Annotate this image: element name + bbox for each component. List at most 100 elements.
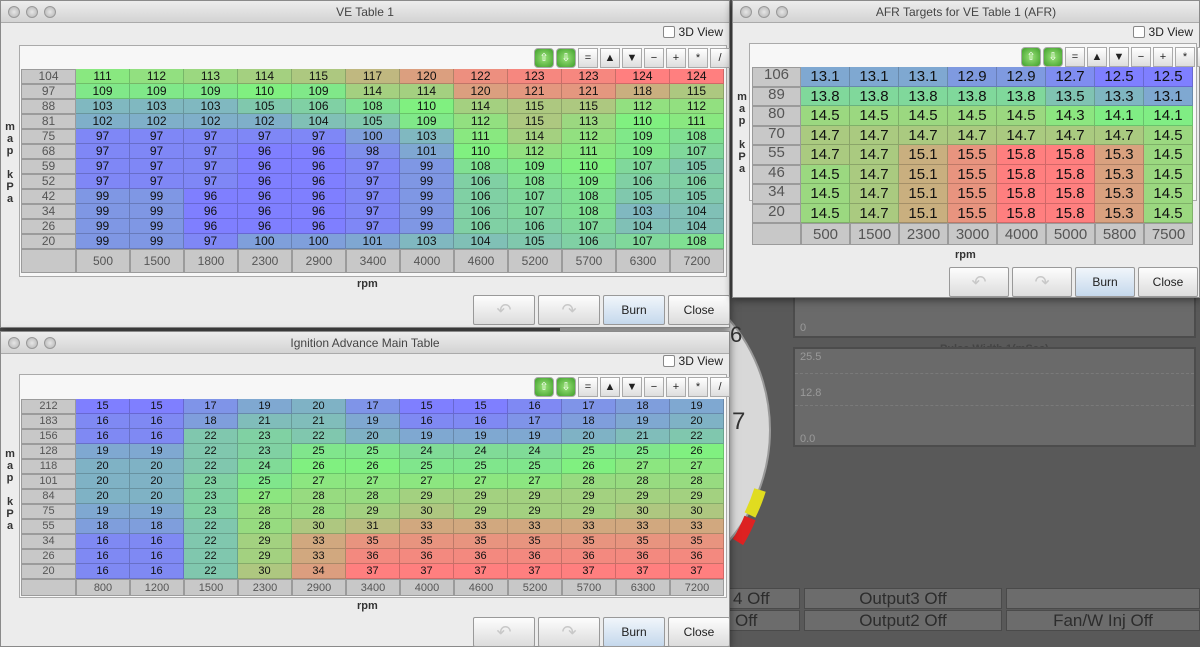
table-cell[interactable]: 19 <box>76 504 130 519</box>
table-cell[interactable]: 110 <box>562 159 616 174</box>
table-cell[interactable]: 109 <box>292 84 346 99</box>
x-axis-bin[interactable]: 2300 <box>899 223 948 245</box>
table-cell[interactable]: 99 <box>400 189 454 204</box>
x-axis-bin[interactable]: 800 <box>76 579 130 596</box>
table-cell[interactable]: 15.8 <box>1046 145 1095 165</box>
y-axis-bin[interactable]: 118 <box>21 459 76 474</box>
x-axis-bin[interactable]: 2300 <box>238 579 292 596</box>
table-cell[interactable]: 14.7 <box>850 125 899 145</box>
table-cell[interactable]: 14.5 <box>850 106 899 126</box>
undo-button[interactable]: ↶ <box>473 617 535 647</box>
table-cell[interactable]: 33 <box>670 519 724 534</box>
table-cell[interactable]: 20 <box>130 459 184 474</box>
y-axis-bin[interactable]: 20 <box>752 203 801 223</box>
table-cell[interactable]: 37 <box>562 564 616 579</box>
table-cell[interactable]: 15.1 <box>899 203 948 223</box>
table-cell[interactable]: 29 <box>400 489 454 504</box>
table-cell[interactable]: 19 <box>238 399 292 414</box>
table-cell[interactable]: 26 <box>562 459 616 474</box>
down-icon[interactable]: ▼ <box>1109 47 1129 67</box>
table-cell[interactable]: 23 <box>184 474 238 489</box>
table-cell[interactable]: 25 <box>238 474 292 489</box>
table-cell[interactable]: 16 <box>130 414 184 429</box>
table-cell[interactable]: 15.8 <box>1046 184 1095 204</box>
table-cell[interactable]: 106 <box>454 174 508 189</box>
y-axis-bin[interactable]: 34 <box>21 204 76 219</box>
table-cell[interactable]: 96 <box>292 189 346 204</box>
table-cell[interactable]: 28 <box>238 504 292 519</box>
table-cell[interactable]: 15.3 <box>1095 184 1144 204</box>
table-cell[interactable]: 37 <box>616 564 670 579</box>
table-cell[interactable]: 109 <box>130 84 184 99</box>
y-axis-bin[interactable]: 156 <box>21 429 76 444</box>
x-axis-bin[interactable]: 2900 <box>292 249 346 273</box>
x-axis-bin[interactable]: 1500 <box>850 223 899 245</box>
table-cell[interactable]: 16 <box>76 414 130 429</box>
increase-icon[interactable]: ⇧ <box>1021 47 1041 67</box>
table-cell[interactable]: 97 <box>346 189 400 204</box>
table-cell[interactable]: 121 <box>508 84 562 99</box>
table-cell[interactable]: 14.5 <box>997 106 1046 126</box>
table-cell[interactable]: 36 <box>616 549 670 564</box>
zoom-window-icon[interactable] <box>44 337 56 349</box>
table-cell[interactable]: 109 <box>616 129 670 144</box>
table-cell[interactable]: 99 <box>76 189 130 204</box>
3d-view-checkbox[interactable]: 3D View <box>662 25 723 39</box>
table-cell[interactable]: 96 <box>238 204 292 219</box>
x-axis-bin[interactable]: 1500 <box>130 249 184 273</box>
table-cell[interactable]: 21 <box>616 429 670 444</box>
table-cell[interactable]: 16 <box>130 429 184 444</box>
up-icon[interactable]: ▲ <box>600 48 620 68</box>
table-cell[interactable]: 27 <box>238 489 292 504</box>
table-cell[interactable]: 99 <box>76 234 130 249</box>
up-icon[interactable]: ▲ <box>600 377 620 397</box>
table-cell[interactable]: 110 <box>238 84 292 99</box>
table-cell[interactable]: 14.7 <box>801 125 850 145</box>
table-cell[interactable]: 28 <box>238 519 292 534</box>
y-axis-bin[interactable]: 89 <box>752 86 801 106</box>
table-cell[interactable]: 25 <box>616 444 670 459</box>
table-cell[interactable]: 16 <box>76 564 130 579</box>
table-cell[interactable]: 104 <box>670 204 724 219</box>
table-cell[interactable]: 33 <box>400 519 454 534</box>
table-cell[interactable]: 120 <box>454 84 508 99</box>
x-axis-bin[interactable]: 7200 <box>670 579 724 596</box>
table-cell[interactable]: 22 <box>184 519 238 534</box>
table-cell[interactable]: 103 <box>130 99 184 114</box>
table-cell[interactable]: 14.7 <box>948 125 997 145</box>
table-cell[interactable]: 22 <box>184 459 238 474</box>
x-axis-bin[interactable]: 4000 <box>997 223 1046 245</box>
table-cell[interactable]: 15.3 <box>1095 164 1144 184</box>
table-cell[interactable]: 97 <box>76 129 130 144</box>
x-axis-bin[interactable]: 5700 <box>562 249 616 273</box>
table-cell[interactable]: 15 <box>400 399 454 414</box>
undo-button[interactable]: ↶ <box>473 295 535 325</box>
table-cell[interactable]: 102 <box>238 114 292 129</box>
table-cell[interactable]: 29 <box>346 504 400 519</box>
y-axis-bin[interactable]: 26 <box>21 219 76 234</box>
table-cell[interactable]: 15.3 <box>1095 203 1144 223</box>
table-cell[interactable]: 118 <box>616 84 670 99</box>
table-cell[interactable]: 12.9 <box>948 67 997 87</box>
table-cell[interactable]: 14.5 <box>1144 145 1193 165</box>
multiply-icon[interactable]: * <box>1175 47 1195 67</box>
table-cell[interactable]: 97 <box>184 174 238 189</box>
table-cell[interactable]: 114 <box>400 84 454 99</box>
table-cell[interactable]: 104 <box>670 219 724 234</box>
table-cell[interactable]: 115 <box>508 99 562 114</box>
table-cell[interactable]: 37 <box>454 564 508 579</box>
table-cell[interactable]: 97 <box>76 159 130 174</box>
y-axis-bin[interactable]: 104 <box>21 69 76 84</box>
table-cell[interactable]: 112 <box>670 99 724 114</box>
table-cell[interactable]: 99 <box>130 204 184 219</box>
title-bar[interactable]: Ignition Advance Main Table <box>1 332 729 354</box>
table-cell[interactable]: 13.8 <box>850 86 899 106</box>
table-cell[interactable]: 112 <box>508 144 562 159</box>
table-cell[interactable]: 114 <box>508 129 562 144</box>
3d-view-checkbox[interactable]: 3D View <box>662 354 723 368</box>
table-cell[interactable]: 109 <box>508 159 562 174</box>
table-cell[interactable]: 27 <box>292 474 346 489</box>
plus-icon[interactable]: + <box>666 48 686 68</box>
table-cell[interactable]: 16 <box>400 414 454 429</box>
zoom-window-icon[interactable] <box>776 6 788 18</box>
